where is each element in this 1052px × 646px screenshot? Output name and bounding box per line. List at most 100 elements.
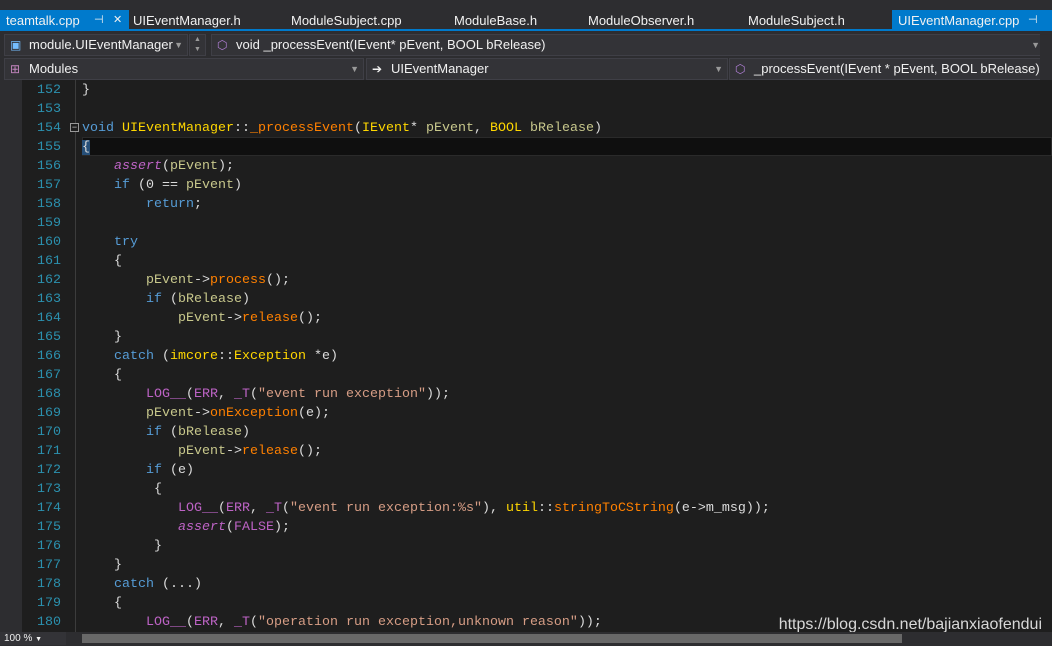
line-number: 155 xyxy=(37,140,61,155)
code-token: ( xyxy=(225,520,234,535)
member-dropdown[interactable]: ⬡ void _processEvent(IEvent* pEvent, BOO… xyxy=(211,34,1045,56)
horizontal-scrollbar[interactable] xyxy=(82,634,902,643)
code-token: ) xyxy=(593,121,602,136)
code-token: pEvent xyxy=(425,121,474,136)
line-number: 167 xyxy=(37,368,61,383)
tab-uieventmanager-h[interactable]: UIEventManager.h xyxy=(127,10,241,31)
member-value: void _processEvent(IEvent* pEvent, BOOL … xyxy=(236,37,546,52)
code-line: pEvent->release(); xyxy=(82,309,322,328)
code-token: )); xyxy=(425,387,450,402)
code-token: "event run exception" xyxy=(258,387,426,402)
watermark: https://blog.csdn.net/bajianxiaofendui xyxy=(778,616,1042,632)
arrow-right-icon: ➔ xyxy=(372,62,383,76)
line-number: 158 xyxy=(37,197,61,212)
code-line: assert(FALSE); xyxy=(82,518,290,537)
indicator-margin xyxy=(0,80,22,632)
collapse-icon[interactable]: − xyxy=(70,123,79,132)
close-icon[interactable]: ✕ xyxy=(113,10,122,31)
project-dropdown[interactable]: ⊞ Modules ▼ xyxy=(4,58,364,80)
code-token: ), xyxy=(481,501,506,516)
code-line: } xyxy=(82,81,90,100)
code-token: ); xyxy=(273,520,290,535)
code-token: ERR xyxy=(194,615,218,630)
code-token: (0 == xyxy=(138,178,186,193)
line-number: 180 xyxy=(37,615,61,630)
code-token: return xyxy=(146,197,194,212)
pin-icon[interactable]: ⊣ xyxy=(1028,10,1038,31)
outline-margin xyxy=(75,80,76,632)
chevron-down-icon: ▼ xyxy=(714,64,723,74)
code-line: LOG__(ERR, _T("event run exception")); xyxy=(82,385,450,404)
code-token: bRelease xyxy=(178,292,242,307)
code-token: if xyxy=(146,425,170,440)
method-icon: ⬡ xyxy=(735,62,746,76)
code-token: catch xyxy=(114,577,162,592)
class-dropdown[interactable]: ➔ UIEventManager ▼ xyxy=(366,58,728,80)
code-token: ( xyxy=(250,387,258,402)
tab-uieventmanager-cpp[interactable]: UIEventManager.cpp ⊣ xyxy=(892,10,1052,31)
line-number: 160 xyxy=(37,235,61,250)
line-number: 152 xyxy=(37,83,61,98)
method-private-icon: ⬡ xyxy=(217,38,228,52)
line-number: 165 xyxy=(37,330,61,345)
code-token: IEvent xyxy=(361,121,410,136)
function-dropdown[interactable]: ⬡ _processEvent(IEvent * pEvent, BOOL bR… xyxy=(729,58,1049,80)
current-line-highlight xyxy=(82,137,1052,156)
tab-modulebase-h[interactable]: ModuleBase.h xyxy=(448,10,537,31)
code-line: LOG__(ERR, _T("event run exception:%s"),… xyxy=(82,499,770,518)
line-number: 169 xyxy=(37,406,61,421)
tab-moduleobserver-h[interactable]: ModuleObserver.h xyxy=(582,10,694,31)
line-number: 164 xyxy=(37,311,61,326)
code-token: , xyxy=(218,387,234,402)
tab-teamtalk-cpp[interactable]: teamtalk.cpp ⊣ ✕ xyxy=(0,10,129,31)
line-number: 173 xyxy=(37,482,61,497)
pin-icon[interactable]: ⊣ xyxy=(94,10,104,31)
code-line: if (0 == pEvent) xyxy=(82,176,242,195)
code-token: ) xyxy=(242,425,250,440)
code-token: -> xyxy=(225,311,242,326)
code-token: } xyxy=(82,83,90,98)
code-line: if (e) xyxy=(82,461,194,480)
tab-label: UIEventManager.cpp xyxy=(898,13,1020,28)
chevron-down-icon: ▼ xyxy=(174,40,183,50)
code-token: _processEvent xyxy=(249,121,354,136)
code-line: return; xyxy=(82,195,202,214)
zoom-dropdown[interactable]: 100 % ▼ xyxy=(0,632,66,645)
code-token: assert xyxy=(177,520,226,535)
code-token: ( xyxy=(170,425,178,440)
code-line: { xyxy=(82,594,122,613)
tab-modulesubject-cpp[interactable]: ModuleSubject.cpp xyxy=(285,10,402,31)
line-number: 156 xyxy=(37,159,61,174)
scope-dropdown[interactable]: ▣ module.UIEventManager ▼ xyxy=(4,34,188,56)
code-token: pEvent xyxy=(177,444,226,459)
scope-stepper[interactable]: ▲ ▼ xyxy=(189,34,206,56)
code-token: (); xyxy=(266,273,290,288)
code-token: process xyxy=(210,273,266,288)
code-token: (...) xyxy=(162,577,202,592)
line-number: 166 xyxy=(37,349,61,364)
code-line: if (bRelease) xyxy=(82,423,250,442)
code-token: ( xyxy=(170,292,178,307)
split-handle[interactable] xyxy=(1040,33,1052,80)
code-token: onException xyxy=(210,406,298,421)
code-editor[interactable]: − 152} 153 154 void UIEventManager::_proces… xyxy=(0,80,1052,632)
line-number: 177 xyxy=(37,558,61,573)
code-token: ( xyxy=(250,615,258,630)
code-token: { xyxy=(82,368,122,383)
tab-label: teamtalk.cpp xyxy=(6,13,80,28)
tab-modulesubject-h[interactable]: ModuleSubject.h xyxy=(742,10,845,31)
line-number: 161 xyxy=(37,254,61,269)
chevron-down-icon: ▼ xyxy=(350,64,359,74)
code-token: , xyxy=(218,615,234,630)
chevron-down-icon: ▼ xyxy=(35,636,43,643)
